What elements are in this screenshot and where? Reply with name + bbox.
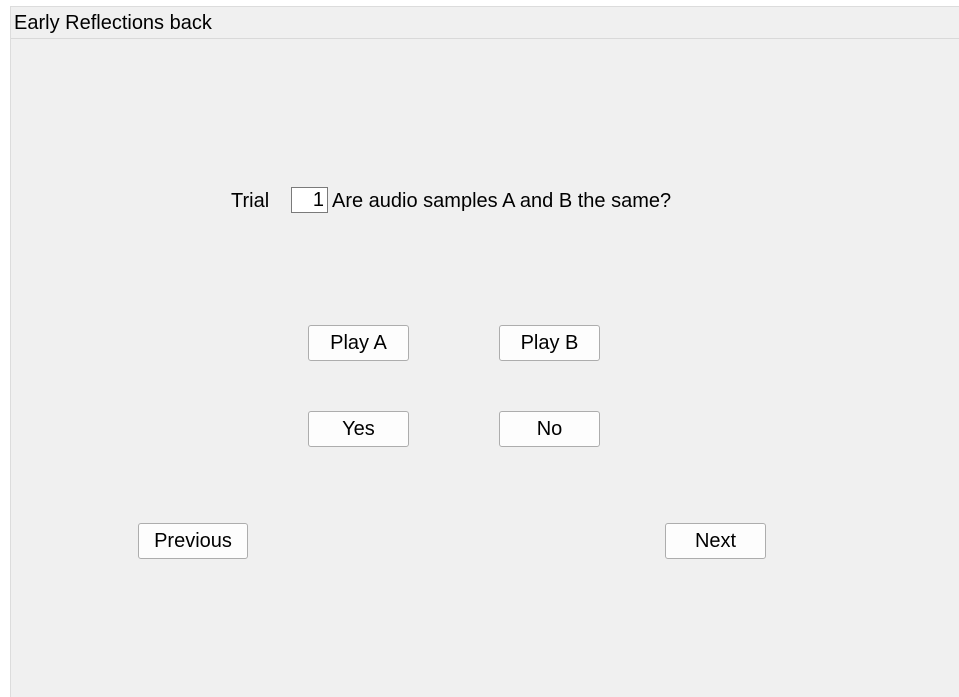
question-text: Are audio samples A and B the same?	[332, 190, 672, 212]
play-a-button[interactable]: Play A	[308, 325, 409, 361]
previous-button[interactable]: Previous	[138, 523, 248, 559]
trial-label: Trial	[231, 190, 270, 212]
no-button[interactable]: No	[499, 411, 600, 447]
play-b-button[interactable]: Play B	[499, 325, 600, 361]
trial-number-field[interactable]	[291, 187, 328, 213]
next-button[interactable]: Next	[665, 523, 766, 559]
window-title: Early Reflections back	[14, 12, 212, 34]
yes-button[interactable]: Yes	[308, 411, 409, 447]
app-window: Early Reflections back Trial Are audio s…	[10, 6, 959, 697]
title-bar: Early Reflections back	[11, 7, 959, 39]
